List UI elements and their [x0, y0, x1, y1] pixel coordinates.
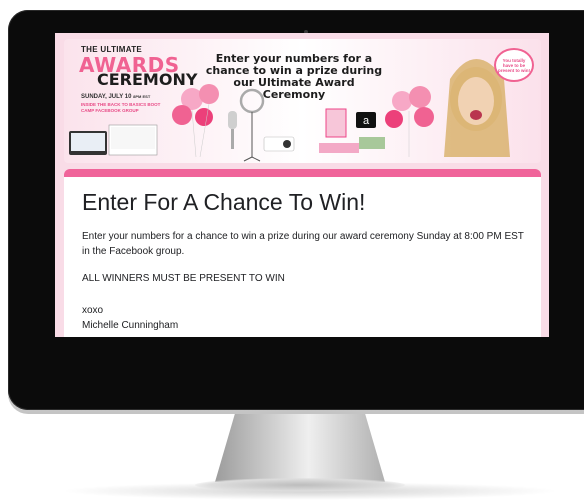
banner-ceremony: CEREMONY	[97, 70, 198, 89]
form-header-card: Enter For A Chance To Win! Enter your nu…	[64, 169, 541, 337]
banner-headline: Enter your numbers for a chance to win a…	[205, 52, 383, 101]
imac-stand-base	[195, 478, 405, 492]
speech-bubble: You totally have to be present to win!	[494, 48, 534, 82]
form-description: Enter your numbers for a chance to win a…	[82, 231, 524, 257]
banner-date-day: SUNDAY, JULY 10	[81, 94, 132, 100]
screen: a THE ULTIMATE AWARDS CEREMONY SUNDAY, J…	[55, 33, 549, 337]
header-banner: a THE ULTIMATE AWARDS CEREMONY SUNDAY, J…	[64, 39, 541, 163]
imac-stand	[215, 412, 385, 482]
svg-text:a: a	[363, 115, 370, 127]
form-author: Michelle Cunningham	[82, 320, 179, 331]
form-notice: ALL WINNERS MUST BE PRESENT TO WIN	[82, 273, 285, 284]
banner-time: 8PM EST	[133, 94, 151, 99]
banner-date: SUNDAY, JULY 10 8PM EST	[81, 94, 150, 100]
form-title: Enter For A Chance To Win!	[82, 189, 366, 215]
banner-group: INSIDE THE BACK TO BASICS BOOT CAMP FACE…	[81, 102, 161, 113]
form-signoff: xoxo	[82, 305, 104, 316]
